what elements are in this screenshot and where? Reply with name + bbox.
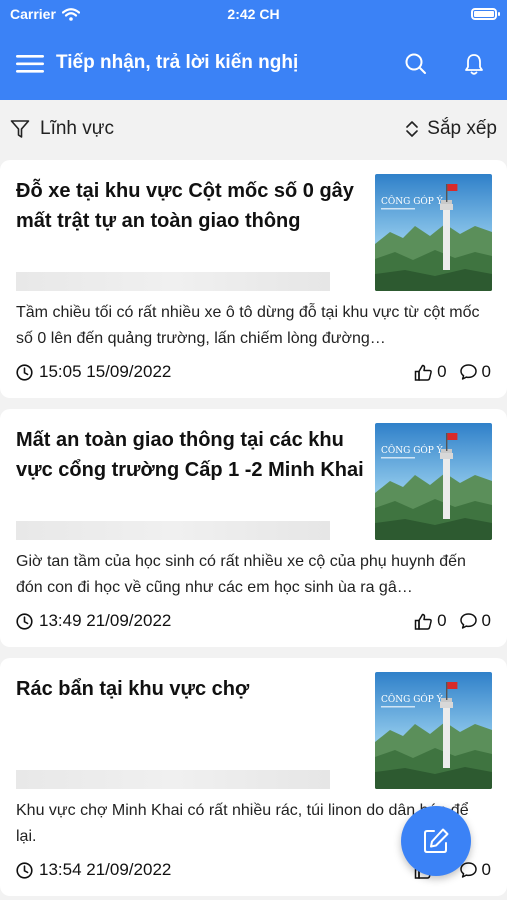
comment-icon[interactable] xyxy=(459,612,478,630)
post-thumbnail: CÔNG GÓP Ý xyxy=(375,672,492,789)
sort-button[interactable]: Sắp xếp xyxy=(405,118,497,140)
comment-count: 0 xyxy=(481,611,491,630)
post-datetime-text: 15:05 15/09/2022 xyxy=(39,362,172,381)
post-excerpt: Giờ tan tầm của học sinh có rất nhiều xe… xyxy=(16,549,492,601)
post-title: Rác bẩn tại khu vực chợ xyxy=(16,678,250,700)
app-header: Tiếp nhận, trả lời kiến nghị xyxy=(0,28,507,100)
like-count: 0 xyxy=(437,362,447,381)
thumbnail-caption: CÔNG GÓP Ý xyxy=(381,195,444,207)
like-icon[interactable] xyxy=(414,612,433,631)
notification-bell-icon[interactable] xyxy=(461,50,487,78)
post-datetime: 13:54 21/09/2022 xyxy=(16,860,171,880)
status-time: 2:42 CH xyxy=(227,6,280,22)
like-count: 0 xyxy=(437,611,447,630)
post-title: Đỗ xe tại khu vực Cột mốc số 0 gây mất t… xyxy=(16,180,354,232)
sort-label: Sắp xếp xyxy=(427,118,497,139)
battery-icon xyxy=(471,8,500,20)
post-excerpt: Tầm chiều tối có rất nhiều xe ô tô dừng … xyxy=(16,300,492,352)
sort-icon xyxy=(406,121,419,137)
clock-icon xyxy=(16,363,33,381)
comment-icon[interactable] xyxy=(459,363,478,381)
post-datetime-text: 13:54 21/09/2022 xyxy=(39,860,172,879)
loading-placeholder xyxy=(16,521,330,540)
post-stats: 0 0 xyxy=(414,611,491,631)
post-excerpt-text: Giờ tan tầm của học sinh có rất nhiều xe… xyxy=(16,553,466,596)
post-thumbnail: CÔNG GÓP Ý xyxy=(375,174,492,291)
filter-icon xyxy=(10,120,30,138)
post-datetime-text: 13:49 21/09/2022 xyxy=(39,611,172,630)
clock-icon xyxy=(16,861,33,879)
comment-count: 0 xyxy=(481,860,491,879)
comment-count: 0 xyxy=(481,362,491,381)
clock-icon xyxy=(16,612,33,630)
thumbnail-caption: CÔNG GÓP Ý xyxy=(381,693,444,705)
like-icon[interactable] xyxy=(414,363,433,382)
page-title: Tiếp nhận, trả lời kiến nghị xyxy=(56,52,299,73)
compose-button[interactable] xyxy=(401,806,471,876)
post-card[interactable]: Đỗ xe tại khu vực Cột mốc số 0 gây mất t… xyxy=(0,160,507,398)
field-filter-button[interactable]: Lĩnh vực xyxy=(10,118,114,140)
field-filter-label: Lĩnh vực xyxy=(40,118,114,139)
search-icon[interactable] xyxy=(402,50,430,78)
post-datetime: 13:49 21/09/2022 xyxy=(16,611,171,631)
post-datetime: 15:05 15/09/2022 xyxy=(16,362,171,382)
post-stats: 0 0 xyxy=(414,362,491,382)
loading-placeholder xyxy=(16,770,330,789)
post-excerpt-text: Tầm chiều tối có rất nhiều xe ô tô dừng … xyxy=(16,304,480,347)
hamburger-menu-icon[interactable] xyxy=(15,50,45,78)
status-bar: Carrier 2:42 CH xyxy=(0,0,507,28)
loading-placeholder xyxy=(16,272,330,291)
post-title: Mất an toàn giao thông tại các khu vực c… xyxy=(16,429,364,481)
filter-bar: Lĩnh vực Sắp xếp xyxy=(0,100,507,158)
edit-icon xyxy=(424,828,449,853)
post-card[interactable]: Mất an toàn giao thông tại các khu vực c… xyxy=(0,409,507,647)
post-thumbnail: CÔNG GÓP Ý xyxy=(375,423,492,540)
thumbnail-caption: CÔNG GÓP Ý xyxy=(381,444,444,456)
